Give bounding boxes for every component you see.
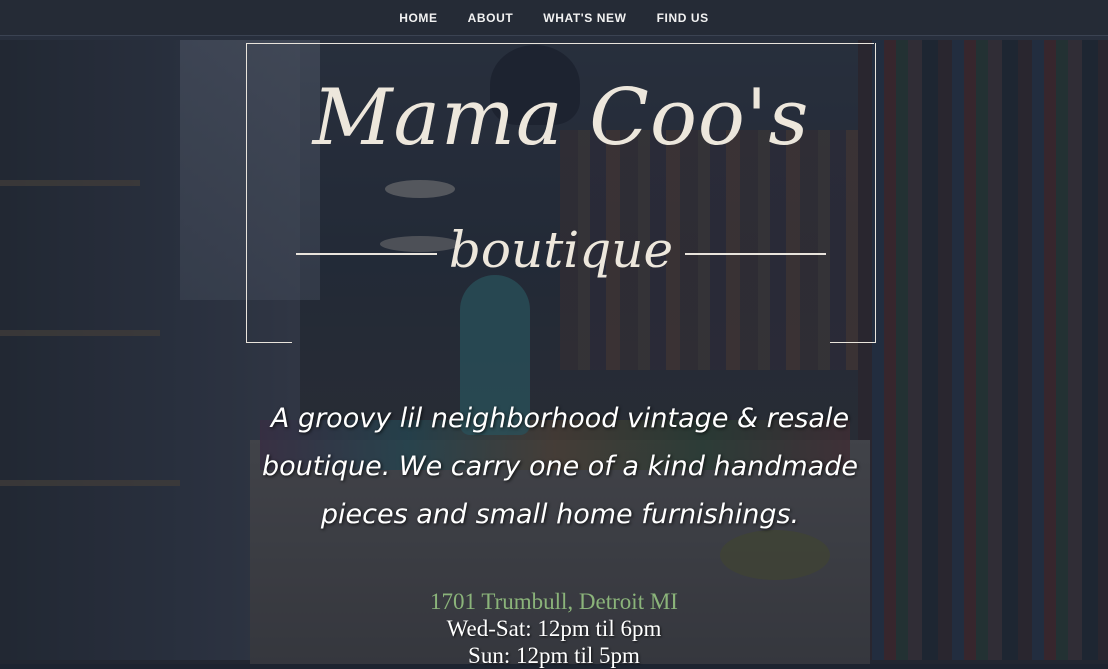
top-nav: HOME ABOUT WHAT'S NEW FIND US — [0, 0, 1108, 36]
logo-frame-bottom-right — [830, 342, 876, 343]
subtitle-rule-right — [685, 253, 827, 255]
brand-subtitle: boutique — [448, 221, 674, 279]
nav-home-link[interactable]: HOME — [384, 11, 452, 25]
brand-logo: Mama Coo's boutique — [246, 43, 876, 343]
nav-find-us-link[interactable]: FIND US — [642, 11, 724, 25]
nav-about-link[interactable]: ABOUT — [453, 11, 529, 25]
subtitle-rule-left — [296, 253, 437, 255]
tagline: A groovy lil neighborhood vintage & resa… — [262, 403, 858, 530]
brand-name: Mama Coo's — [312, 73, 810, 163]
hours-line: Sun: 12pm til 5pm — [468, 643, 640, 668]
brand-subtitle-row: boutique — [296, 219, 827, 289]
logo-frame-bottom-left — [246, 342, 292, 343]
location-info: 1701 Trumbull, Detroit MI Wed-Sat: 12pm … — [354, 588, 754, 669]
logo-frame-top — [246, 43, 874, 44]
address-link[interactable]: 1701 Trumbull, Detroit MI — [354, 588, 754, 615]
nav-whats-new-link[interactable]: WHAT'S NEW — [528, 11, 641, 25]
hours-line: Wed-Sat: 12pm til 6pm — [446, 616, 662, 641]
